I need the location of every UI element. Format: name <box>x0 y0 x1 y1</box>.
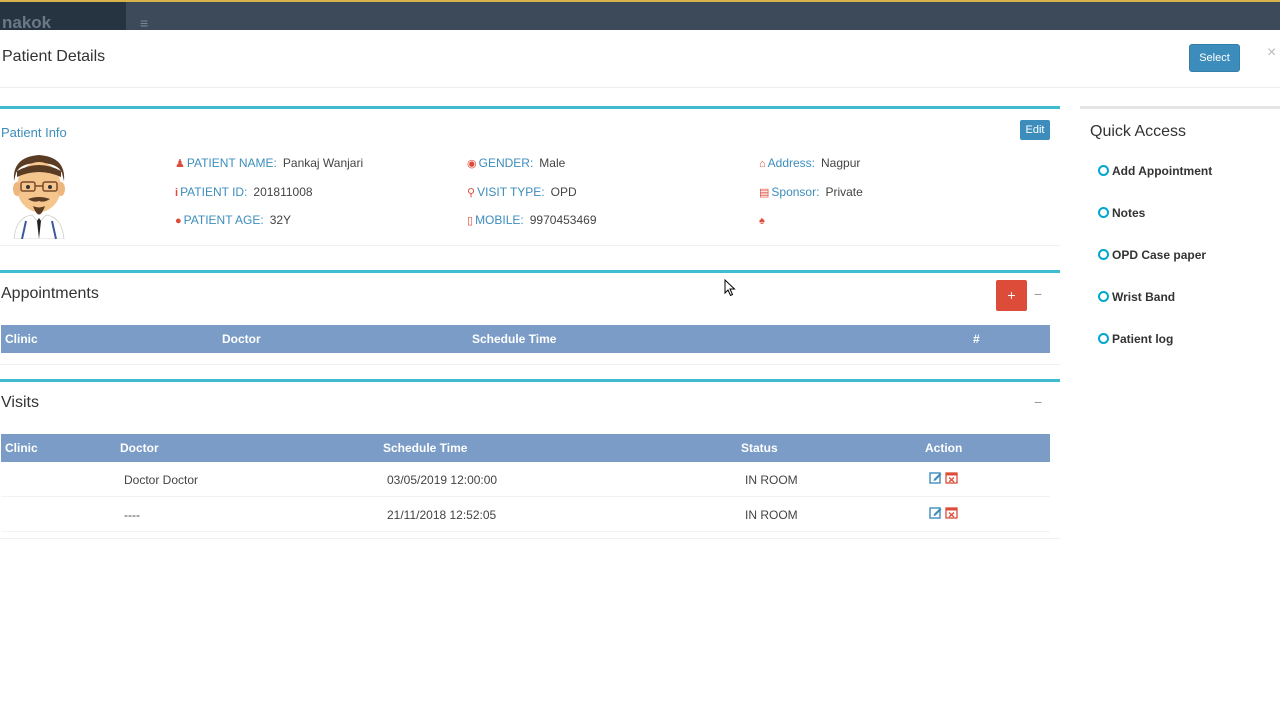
column-header[interactable]: Status <box>741 441 778 455</box>
collapse-visits-icon[interactable]: − <box>1034 394 1042 410</box>
user-icon: ♟ <box>175 158 185 170</box>
visit-type-value: OPD <box>550 185 577 199</box>
column-header[interactable]: # <box>973 332 980 346</box>
cell-doctor: Doctor Doctor <box>124 473 199 487</box>
cell-schedule: 03/05/2019 12:00:00 <box>387 473 498 487</box>
sponsor-field: ▤ Sponsor: Private <box>759 185 863 199</box>
table-row[interactable]: Doctor Doctor 03/05/2019 12:00:00 IN ROO… <box>1 462 1050 497</box>
patient-id-field: i PATIENT ID: 201811008 <box>175 185 313 199</box>
add-appointment-button[interactable]: + <box>996 280 1027 311</box>
circle-icon <box>1098 165 1109 176</box>
table-row[interactable]: ---- 21/11/2018 12:52:05 IN ROOM <box>1 497 1050 532</box>
quick-access-panel: Quick Access Add Appointment Notes OPD C… <box>1080 106 1280 676</box>
doctor-field: ♠ <box>759 213 767 227</box>
cell-status: IN ROOM <box>745 508 798 522</box>
modal-header: Patient Details Select × <box>0 30 1280 88</box>
address-value: Nagpur <box>821 156 861 170</box>
sponsor-value: Private <box>825 185 863 199</box>
quick-access-opd-case-paper[interactable]: OPD Case paper <box>1098 248 1206 262</box>
cancel-calendar-icon[interactable] <box>945 471 958 484</box>
visits-box: Visits − Clinic Doctor Schedule Time Sta… <box>0 379 1060 539</box>
money-icon: ▤ <box>759 187 770 199</box>
appointments-box: Appointments + − Clinic Doctor Schedule … <box>0 270 1060 365</box>
column-header[interactable]: Schedule Time <box>472 332 556 346</box>
circle-icon: ● <box>175 215 182 227</box>
circle-icon <box>1098 207 1109 218</box>
mobile-icon: ▯ <box>467 215 474 227</box>
circle-icon <box>1098 333 1109 344</box>
patient-age-field: ● PATIENT AGE: 32Y <box>175 213 292 227</box>
edit-icon[interactable] <box>929 471 942 484</box>
modal-title: Patient Details <box>2 48 106 65</box>
column-header[interactable]: Schedule Time <box>383 441 467 455</box>
select-button[interactable]: Select <box>1189 44 1240 72</box>
patient-info-box: Patient Info Edit ♟ PATIENT NAME: Pankaj W… <box>0 106 1060 246</box>
patient-name-field: ♟ PATIENT NAME: Pankaj Wanjari <box>175 156 364 170</box>
quick-access-wrist-band[interactable]: Wrist Band <box>1098 290 1175 304</box>
visit-type-field: ⚲ VISIT TYPE: OPD <box>467 185 577 199</box>
column-header[interactable]: Clinic <box>5 332 38 346</box>
brand-logo[interactable]: nakok <box>0 2 126 30</box>
home-icon: ⌂ <box>759 158 766 170</box>
column-header[interactable]: Action <box>925 441 962 455</box>
quick-access-add-appointment[interactable]: Add Appointment <box>1098 164 1212 178</box>
patient-info-title: Patient Info <box>1 125 67 140</box>
mobile-value: 9970453469 <box>529 213 597 227</box>
user-md-icon: ♠ <box>759 215 765 227</box>
column-header[interactable]: Doctor <box>222 332 261 346</box>
cell-doctor: ---- <box>124 508 140 522</box>
collapse-appointments-icon[interactable]: − <box>1034 286 1042 302</box>
close-icon[interactable]: × <box>1267 44 1276 62</box>
circle-icon <box>1098 249 1109 260</box>
visits-title: Visits <box>1 394 39 411</box>
cell-schedule: 21/11/2018 12:52:05 <box>387 508 497 522</box>
info-icon: i <box>175 187 179 199</box>
patient-avatar <box>13 155 65 239</box>
appointments-table-header: Clinic Doctor Schedule Time # <box>1 325 1050 353</box>
target-icon: ◉ <box>467 158 477 170</box>
quick-access-notes[interactable]: Notes <box>1098 206 1145 220</box>
column-header[interactable]: Doctor <box>120 441 159 455</box>
cell-status: IN ROOM <box>745 473 798 487</box>
cancel-calendar-icon[interactable] <box>945 506 958 519</box>
award-icon: ⚲ <box>467 187 476 199</box>
mouse-cursor-icon <box>724 279 736 297</box>
edit-button[interactable]: Edit <box>1020 120 1050 140</box>
mobile-field: ▯ MOBILE: 9970453469 <box>467 213 597 227</box>
patient-id-value: 201811008 <box>253 185 313 199</box>
quick-access-patient-log[interactable]: Patient log <box>1098 332 1173 346</box>
circle-icon <box>1098 291 1109 302</box>
edit-icon[interactable] <box>929 506 942 519</box>
address-field: ⌂ Address: Nagpur <box>759 156 861 170</box>
gender-field: ◉ GENDER: Male <box>467 156 566 170</box>
visits-table-header: Clinic Doctor Schedule Time Status Actio… <box>1 434 1050 462</box>
hamburger-icon[interactable]: ≡ <box>140 15 148 31</box>
patient-age-value: 32Y <box>269 213 292 227</box>
patient-name-value: Pankaj Wanjari <box>282 156 364 170</box>
top-navbar: nakok ≡ <box>0 0 1280 31</box>
column-header[interactable]: Clinic <box>5 441 38 455</box>
quick-access-title: Quick Access <box>1090 123 1187 140</box>
appointments-title: Appointments <box>1 285 99 302</box>
gender-value: Male <box>539 156 566 170</box>
